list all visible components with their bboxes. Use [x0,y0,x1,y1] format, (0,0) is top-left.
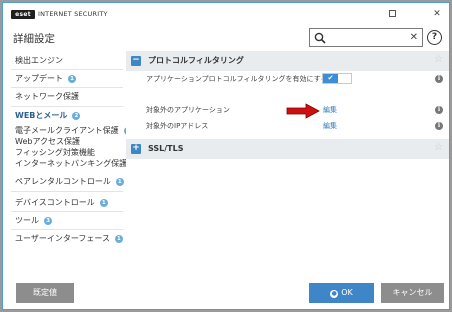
info-icon[interactable]: i [435,122,443,130]
eset-logo: eset [11,10,35,19]
sidebar-item-web-and-email[interactable]: WEBとメール 2 [15,110,81,121]
maximize-icon [388,10,396,17]
sidebar-subitem-anti-phishing[interactable]: フィッシング対策機能 [15,148,95,157]
search-clear-icon[interactable]: ✕ [410,30,418,45]
enable-filtering-toggle[interactable]: ✔ [322,73,352,84]
star-icon[interactable]: ☆ [434,142,443,154]
ok-button[interactable]: ● OK [309,283,374,303]
count-badge: 1 [99,199,108,207]
cancel-button[interactable]: キャンセル [381,283,444,303]
sidebar-item-detection-engine[interactable]: 検出エンジン [15,55,63,66]
section-title: SSL/TLS [148,144,184,153]
info-icon[interactable]: i [435,106,443,114]
divider [11,229,123,230]
page-title: 詳細設定 [13,33,55,45]
search-icon [314,32,326,44]
ok-icon: ● [330,290,339,298]
count-badge: 1 [114,235,123,243]
title-bar: eset INTERNET SECURITY ✕ [3,3,449,25]
product-name: INTERNET SECURITY [38,10,108,18]
sidebar-item-label: 電子メールクライアント保護 [15,126,119,135]
divider [11,69,123,70]
sidebar-item-tools[interactable]: ツール 3 [15,215,52,226]
check-icon: ✔ [323,74,338,83]
sidebar-item-label: デバイスコントロール [15,198,95,207]
collapse-icon[interactable]: − [131,56,141,66]
info-icon[interactable]: i [435,75,443,83]
sidebar-item-update[interactable]: アップデート 1 [15,73,76,84]
search-input[interactable] [329,31,401,44]
red-arrow-annotation [286,103,320,119]
search-box[interactable]: ✕ [309,28,423,47]
settings-panel: − プロトコルフィルタリング ☆ アプリケーションプロトコルフィルタリングを有効… [126,51,449,275]
divider [11,87,123,88]
sidebar-item-label: ツール [15,216,39,225]
sidebar-item-network-protection[interactable]: ネットワーク保護 [15,91,79,102]
section-ssl-tls-header[interactable]: + SSL/TLS ☆ [126,139,449,159]
close-button[interactable]: ✕ [431,8,443,20]
sidebar-item-label: ユーザーインターフェース [15,234,110,243]
divider [11,211,123,212]
sidebar-item-label: フィッシング対策機能 [15,148,95,157]
help-icon[interactable]: ? [427,30,442,45]
section-title: プロトコルフィルタリング [148,56,244,65]
sidebar-item-device-control[interactable]: デバイスコントロール 1 [15,197,108,208]
setting-label-enable-filtering: アプリケーションプロトコルフィルタリングを有効にする [146,75,328,83]
sidebar-item-label: アップデート [15,74,63,83]
sidebar-item-user-interface[interactable]: ユーザーインターフェース 1 [15,233,123,244]
ok-label: OK [341,288,353,297]
maximize-button[interactable] [386,8,398,20]
count-badge: 1 [68,75,76,83]
expand-icon[interactable]: + [131,144,141,154]
sidebar-subitem-banking-protection[interactable]: インターネットバンキング保護1 [15,159,141,168]
sidebar-subitem-web-access-protection[interactable]: Webアクセス保護 [15,137,80,146]
default-button[interactable]: 既定値 [16,283,74,303]
sidebar-item-label: ネットワーク保護 [15,92,79,101]
count-badge: 2 [72,112,81,120]
edit-excluded-apps-link[interactable]: 編集 [323,106,337,115]
section-protocol-filtering-header[interactable]: − プロトコルフィルタリング ☆ [126,51,449,71]
sidebar-item-label: ペアレンタルコントロール [15,177,111,186]
setting-label-excluded-apps: 対象外のアプリケーション [146,106,230,114]
sidebar-item-label: インターネットバンキング保護 [15,159,128,168]
count-badge: 3 [44,217,52,225]
sidebar-subitem-email-client-protection[interactable]: 電子メールクライアント保護1 [15,126,132,135]
sidebar-item-label: WEBとメール [15,111,68,120]
edit-excluded-ips-link[interactable]: 編集 [323,122,337,131]
sidebar-item-label: Webアクセス保護 [15,137,81,146]
count-badge: 1 [115,178,124,186]
divider [11,191,123,192]
settings-window: eset INTERNET SECURITY ✕ 詳細設定 ✕ ? 検出エンジン… [2,2,450,310]
sidebar: 検出エンジン アップデート 1 ネットワーク保護 WEBとメール 2 電子メールクラ… [3,51,141,275]
star-icon[interactable]: ☆ [434,54,443,66]
footer: 既定値 ● OK キャンセル [3,275,449,309]
sidebar-item-parental-control[interactable]: ペアレンタルコントロール 1 [15,176,124,187]
setting-label-excluded-ips: 対象外のIPアドレス [146,122,209,130]
sidebar-item-label: 検出エンジン [15,56,63,65]
divider [11,106,123,107]
